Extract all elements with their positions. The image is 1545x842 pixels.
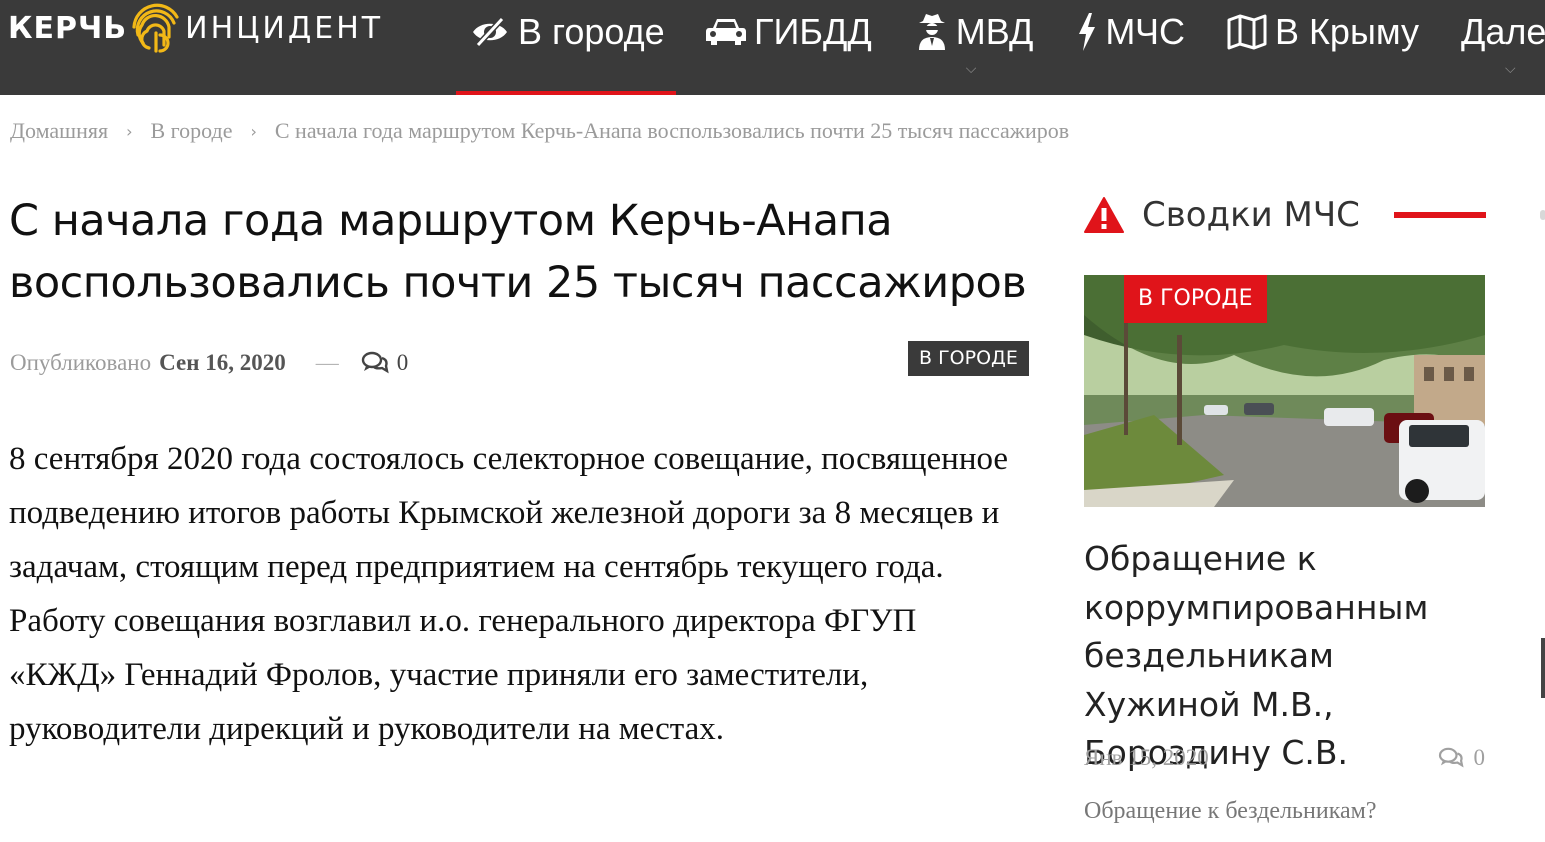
- comments-icon: [1438, 747, 1464, 769]
- nav-item-v-krymu[interactable]: В Крыму: [1225, 0, 1419, 95]
- nav-item-label: В Крыму: [1274, 11, 1419, 52]
- meta-separator: —: [315, 350, 339, 375]
- chevron-right-icon: ›: [250, 121, 257, 141]
- car-icon: [704, 10, 748, 54]
- nav-item-label: МЧС: [1105, 11, 1185, 52]
- article-meta: Опубликовано Сен 16, 2020 — 0: [10, 350, 408, 376]
- warning-triangle-icon: [1084, 197, 1124, 233]
- bolt-icon: [1075, 10, 1099, 54]
- sidebar-post-meta: Янв 15, 2020 0: [1084, 745, 1485, 771]
- nav-item-dalee[interactable]: Далее ⌵: [1461, 0, 1545, 95]
- nav-item-label: В городе: [518, 11, 665, 52]
- fingerprint-logo-icon: [132, 3, 179, 53]
- nav-item-gibdd[interactable]: ГИБДД: [704, 0, 872, 95]
- breadcrumb-current: С начала года маршрутом Керчь-Анапа восп…: [274, 118, 1070, 143]
- article-title: С начала года маршрутом Керчь-Анапа восп…: [9, 196, 1027, 308]
- sidebar-post-thumbnail[interactable]: В ГОРОДЕ: [1084, 275, 1485, 507]
- sidebar-post-excerpt: Обращение к бездельникам?: [1084, 798, 1377, 824]
- sidebar-comment-count: 0: [1473, 745, 1486, 770]
- chevron-down-icon: ⌵: [965, 60, 977, 76]
- nav-item-label: ГИБДД: [754, 11, 872, 52]
- heading-accent-line: [1393, 212, 1486, 218]
- nav-item-mvd[interactable]: МВД ⌵: [914, 0, 1034, 95]
- category-badge[interactable]: В ГОРОДЕ: [908, 341, 1029, 376]
- page-edge-element: [1541, 638, 1545, 698]
- thumbnail-category-badge[interactable]: В ГОРОДЕ: [1124, 275, 1267, 323]
- site-logo[interactable]: КЕРЧЬ ИНЦИДЕНТ: [8, 0, 383, 56]
- breadcrumb-category-link[interactable]: В городе: [150, 118, 232, 144]
- nav-item-v-gorode[interactable]: В городе: [456, 0, 676, 95]
- sidebar-post-date: Янв 15, 2020: [1084, 745, 1209, 770]
- scroll-handle[interactable]: [1540, 210, 1545, 220]
- map-icon: [1225, 10, 1269, 54]
- nav-item-label: Далее: [1460, 11, 1545, 52]
- top-navigation-bar: КЕРЧЬ ИНЦИДЕНТ В городе ГИБДД МВД ⌵ МЧС …: [0, 0, 1545, 95]
- published-label: Опубликовано: [10, 350, 152, 375]
- sidebar-post-comments[interactable]: 0: [1438, 745, 1486, 771]
- nav-item-mchs[interactable]: МЧС: [1075, 0, 1185, 95]
- user-secret-icon: [914, 10, 950, 54]
- comment-count[interactable]: 0: [397, 350, 409, 376]
- breadcrumb: Домашняя › В городе › С начала года марш…: [10, 118, 1069, 144]
- logo-word-kerch: КЕРЧЬ: [8, 10, 128, 46]
- eye-slash-icon: [468, 10, 512, 54]
- sidebar-widget-title: Сводки МЧС: [1142, 195, 1360, 235]
- article-body: 8 сентября 2020 года состоялось селектор…: [9, 441, 1009, 747]
- chevron-right-icon: ›: [126, 121, 133, 141]
- sidebar-widget-header: Сводки МЧС: [1084, 193, 1486, 237]
- chevron-down-icon: ⌵: [1504, 60, 1516, 76]
- sidebar-post-title[interactable]: Обращение к коррумпированным бездельника…: [1084, 535, 1494, 778]
- publish-date: Сен 16, 2020: [159, 350, 286, 375]
- main-menu: В городе ГИБДД МВД ⌵ МЧС В Крыму Дале ⌵: [456, 0, 1545, 95]
- nav-item-label: МВД: [955, 11, 1034, 52]
- breadcrumb-home-link[interactable]: Домашняя: [10, 118, 108, 144]
- comments-icon[interactable]: [361, 351, 389, 375]
- logo-word-incident: ИНЦИДЕНТ: [185, 10, 384, 46]
